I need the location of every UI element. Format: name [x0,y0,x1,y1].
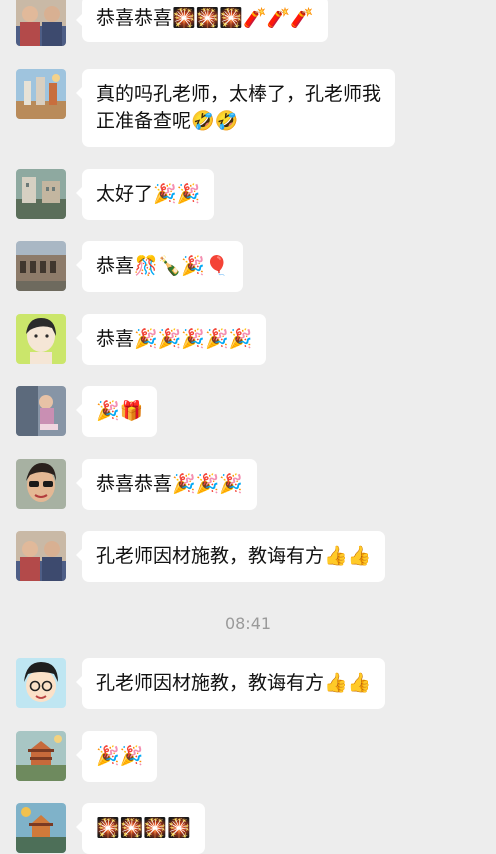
chat-message: 恭喜恭喜🎇🎇🎇🧨🧨🧨 [0,0,496,46]
avatar[interactable] [16,314,66,364]
chat-timestamp: 08:41 [224,614,272,633]
chat-message: 恭喜🎉🎉🎉🎉🎉 [0,314,496,365]
avatar[interactable] [16,241,66,291]
chat-message: 太好了🎉🎉 [0,169,496,220]
message-bubble[interactable]: 🎉🎁 [75,386,158,437]
chat-message: 真的吗孔老师，太棒了，孔老师我 正准备查呢🤣🤣 [0,69,496,147]
avatar[interactable] [16,658,66,708]
message-text: 🎉🎉 [96,745,144,767]
message-bubble[interactable]: 孔老师因材施教，教诲有方👍👍 [75,531,386,582]
avatar[interactable] [16,169,66,219]
avatar[interactable] [16,69,66,119]
message-bubble[interactable]: 孔老师因材施教，教诲有方👍👍 [75,658,386,709]
message-bubble[interactable]: 恭喜恭喜🎇🎇🎇🧨🧨🧨 [76,0,328,42]
chat-message: 孔老师因材施教，教诲有方👍👍 [0,658,496,709]
avatar[interactable] [16,731,66,781]
message-text: 孔老师因材施教，教诲有方👍👍 [96,672,372,694]
chat-message: 🎉🎁 [0,386,496,437]
message-bubble[interactable]: 恭喜🎊🍾🎉🎈 [76,241,243,292]
message-bubble[interactable]: 恭喜恭喜🎉🎉🎉 [76,459,257,510]
message-text: 正准备查呢🤣🤣 [96,110,239,132]
message-text: 🎉🎁 [96,400,144,422]
chat-message: 孔老师因材施教，教诲有方👍👍 [0,531,496,582]
message-bubble[interactable]: 🎇🎇🎇🎇 [76,803,205,854]
message-text: 恭喜恭喜🎇🎇🎇🧨🧨🧨 [96,7,314,29]
avatar[interactable] [16,386,66,436]
chat-message: 恭喜恭喜🎉🎉🎉 [0,459,496,510]
chat-message: 🎉🎉 [0,731,496,782]
message-text: 孔老师因材施教，教诲有方👍👍 [96,545,372,567]
message-text: 恭喜🎊🍾🎉🎈 [96,255,229,277]
message-text: 🎇🎇🎇🎇 [96,817,191,839]
avatar[interactable] [16,531,66,581]
message-bubble[interactable]: 太好了🎉🎉 [75,169,215,220]
chat-message: 恭喜🎊🍾🎉🎈 [0,241,496,292]
message-text: 恭喜🎉🎉🎉🎉🎉 [96,328,253,350]
message-text: 太好了🎉🎉 [96,183,201,205]
message-bubble[interactable]: 恭喜🎉🎉🎉🎉🎉 [75,314,267,365]
message-text: 恭喜恭喜🎉🎉🎉 [96,473,243,495]
avatar[interactable] [16,459,66,509]
avatar[interactable] [16,0,66,46]
message-bubble[interactable]: 真的吗孔老师，太棒了，孔老师我 正准备查呢🤣🤣 [75,69,396,147]
message-bubble[interactable]: 🎉🎉 [75,731,158,782]
message-text: 真的吗孔老师，太棒了，孔老师我 [96,83,382,105]
